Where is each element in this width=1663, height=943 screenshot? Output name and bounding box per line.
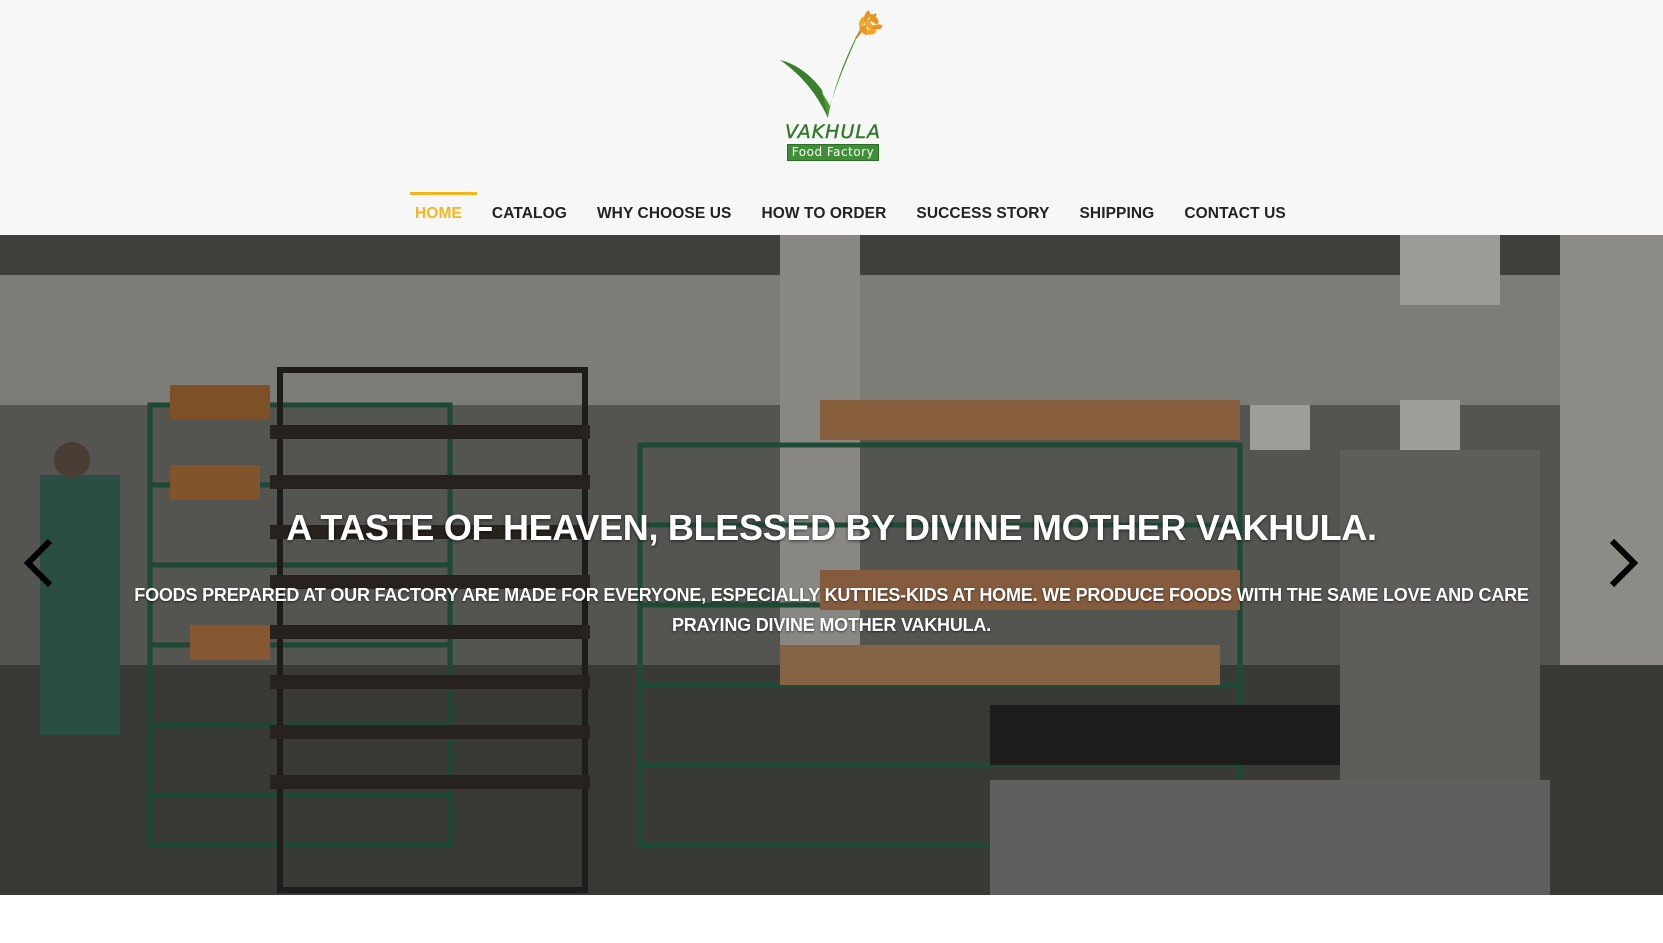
hero-overlay xyxy=(0,235,1663,895)
nav-item-how-to-order[interactable]: HOW TO ORDER xyxy=(746,192,901,223)
nav-item-why-choose-us[interactable]: WHY CHOOSE US xyxy=(582,192,747,223)
main-nav: HOME CATALOG WHY CHOOSE US HOW TO ORDER … xyxy=(400,192,1301,232)
site-header: VAKHULA Food Factory HOME CATALOG WHY CH… xyxy=(0,0,1663,235)
nav-item-home[interactable]: HOME xyxy=(400,192,477,223)
nav-item-catalog[interactable]: CATALOG xyxy=(477,192,582,223)
slider-next-button[interactable] xyxy=(1602,535,1642,591)
logo-name: VAKHULA xyxy=(785,121,881,143)
logo-subtitle: Food Factory xyxy=(786,144,880,161)
nav-item-success-story[interactable]: SUCCESS STORY xyxy=(901,192,1064,223)
hero-title: A TASTE OF HEAVEN, BLESSED BY DIVINE MOT… xyxy=(286,507,1377,548)
logo-text: VAKHULA Food Factory xyxy=(770,122,896,161)
slider-prev-button[interactable] xyxy=(20,535,60,591)
nav-item-contact-us[interactable]: CONTACT US xyxy=(1169,192,1300,223)
wheat-checkmark-logo-icon xyxy=(780,10,883,118)
hero-slider: A TASTE OF HEAVEN, BLESSED BY DIVINE MOT… xyxy=(0,235,1663,895)
chevron-right-icon xyxy=(1609,538,1639,588)
site-logo[interactable]: VAKHULA Food Factory xyxy=(770,8,896,163)
nav-item-shipping[interactable]: SHIPPING xyxy=(1064,192,1169,223)
chevron-left-icon xyxy=(23,538,53,588)
hero-text: FOODS PREPARED AT OUR FACTORY ARE MADE F… xyxy=(134,585,1529,635)
